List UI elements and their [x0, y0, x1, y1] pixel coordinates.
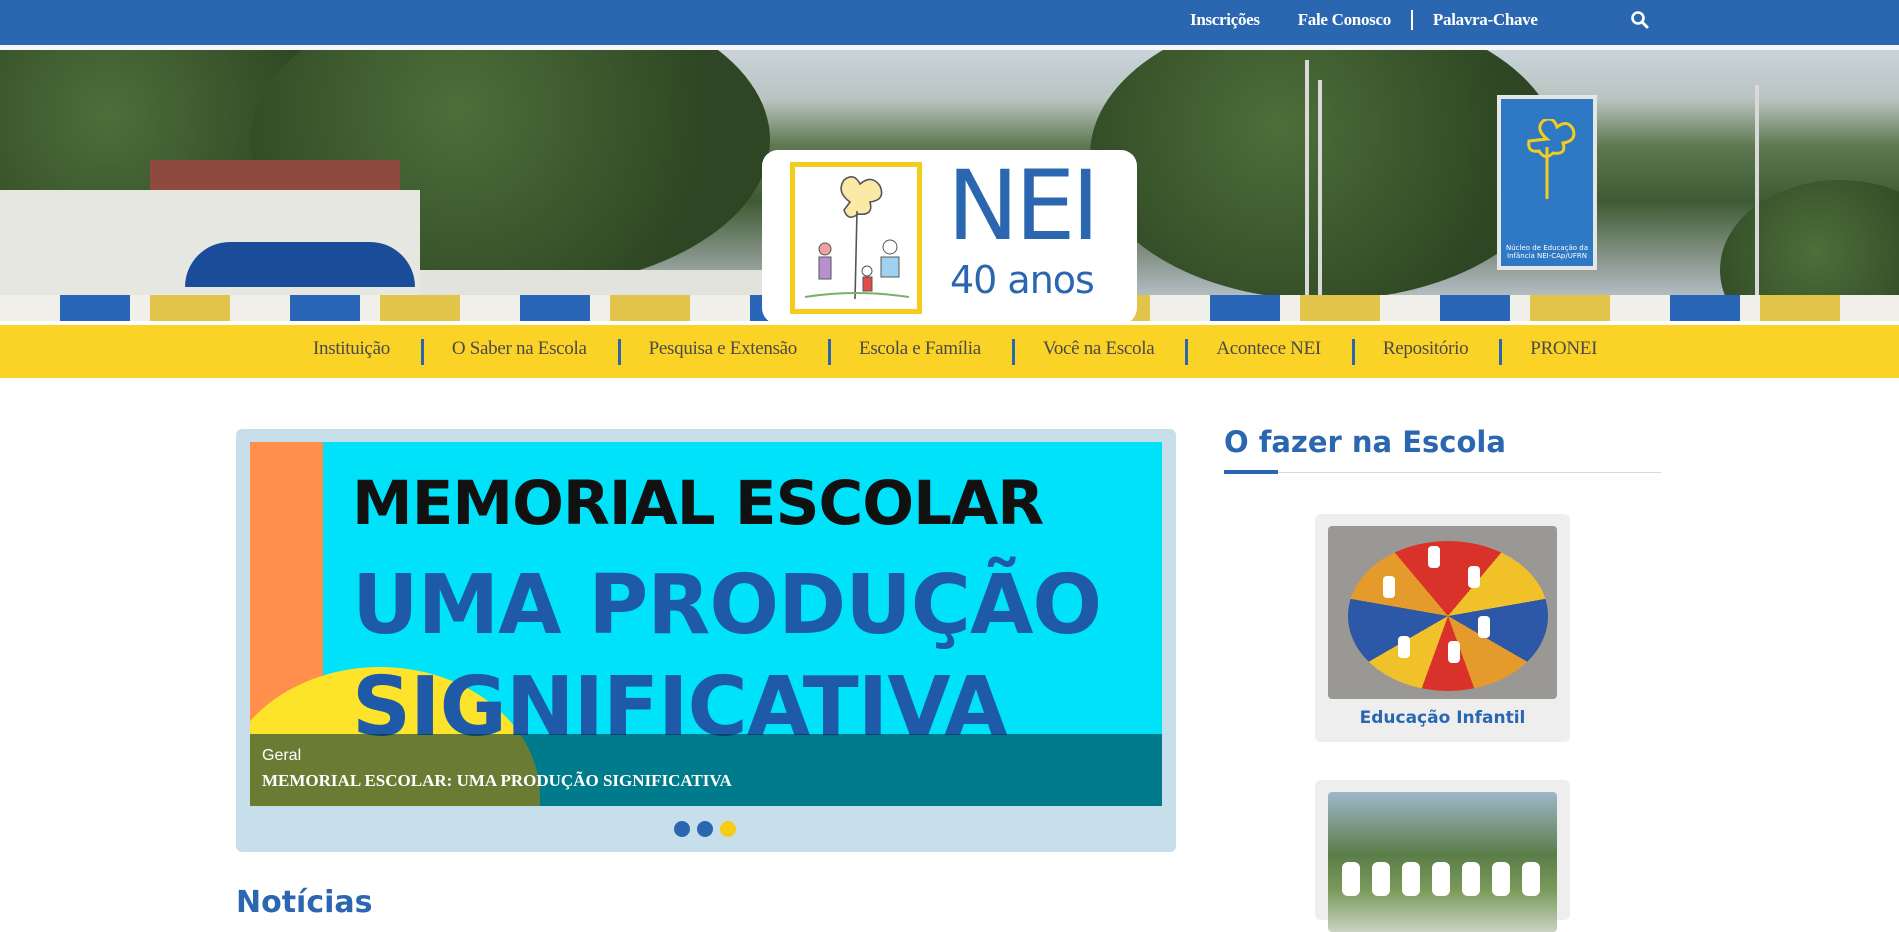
card-educacao-infantil[interactable]: Educação Infantil: [1315, 514, 1570, 742]
site-logo[interactable]: NEI 40 anos: [762, 150, 1137, 324]
slide-title[interactable]: MEMORIAL ESCOLAR: UMA PRODUÇÃO SIGNIFICA…: [262, 771, 732, 791]
search-icon[interactable]: [1630, 10, 1650, 30]
sidebar-title: O fazer na Escola: [1224, 425, 1506, 459]
top-separator: [1410, 10, 1413, 30]
institution-sign: Núcleo de Educação da Infância NEI-CAp/U…: [1497, 95, 1597, 270]
slide-memorial-escolar[interactable]: MEMORIAL ESCOLAR UMA PRODUÇÃO SIGNIFICAT…: [250, 442, 1162, 806]
nav-item-voce-na-escola[interactable]: Você na Escola: [1011, 338, 1186, 365]
slider-pagination: [674, 821, 743, 837]
slider-dot-3-active[interactable]: [720, 821, 736, 837]
slider-dot-1[interactable]: [674, 821, 690, 837]
nav-item-instituicao[interactable]: Instituição: [282, 338, 421, 360]
nav-item-repositorio[interactable]: Repositório: [1351, 338, 1499, 365]
news-slider: MEMORIAL ESCOLAR UMA PRODUÇÃO SIGNIFICAT…: [236, 429, 1176, 852]
sidebar-title-accent: [1224, 470, 1278, 474]
hero-banner: Núcleo de Educação da Infância NEI-CAp/U…: [0, 50, 1899, 325]
main-nav: Instituição O Saber na Escola Pesquisa e…: [0, 321, 1899, 378]
nav-item-pronei[interactable]: PRONEI: [1499, 338, 1628, 365]
sidebar-title-rule: [1224, 472, 1661, 473]
top-bar: Inscrições Fale Conosco Palavra-Chave: [0, 0, 1899, 45]
card-label-educacao-infantil[interactable]: Educação Infantil: [1315, 708, 1570, 728]
logo-subtitle: 40 anos: [950, 258, 1095, 302]
slide-headline-line2: UMA PRODUÇÃO: [352, 558, 1102, 653]
slider-dot-2[interactable]: [697, 821, 713, 837]
link-palavra-chave[interactable]: Palavra-Chave: [1433, 10, 1538, 30]
link-fale-conosco[interactable]: Fale Conosco: [1298, 10, 1392, 30]
slide-caption[interactable]: Geral MEMORIAL ESCOLAR: UMA PRODUÇÃO SIG…: [250, 734, 1162, 806]
card-image-children-circle[interactable]: [1328, 526, 1557, 699]
card-image-children-running[interactable]: [1328, 792, 1557, 932]
news-heading: Notícias: [236, 885, 373, 920]
logo-title: NEI: [947, 150, 1100, 262]
slide-category: Geral: [262, 747, 302, 764]
nav-item-o-saber-na-escola[interactable]: O Saber na Escola: [420, 338, 618, 365]
nav-item-escola-e-familia[interactable]: Escola e Família: [828, 338, 1012, 365]
card-second[interactable]: [1315, 780, 1570, 932]
sign-text: Núcleo de Educação da Infância NEI-CAp/U…: [1505, 244, 1589, 260]
slide-headline-line1: MEMORIAL ESCOLAR: [352, 468, 1044, 539]
nav-item-acontece-nei[interactable]: Acontece NEI: [1185, 338, 1352, 365]
nav-item-pesquisa-e-extensao[interactable]: Pesquisa e Extensão: [617, 338, 828, 365]
top-links: Inscrições Fale Conosco Palavra-Chave: [1190, 10, 1538, 30]
logo-drawing-icon: [790, 162, 922, 314]
link-inscricoes[interactable]: Inscrições: [1190, 10, 1260, 30]
